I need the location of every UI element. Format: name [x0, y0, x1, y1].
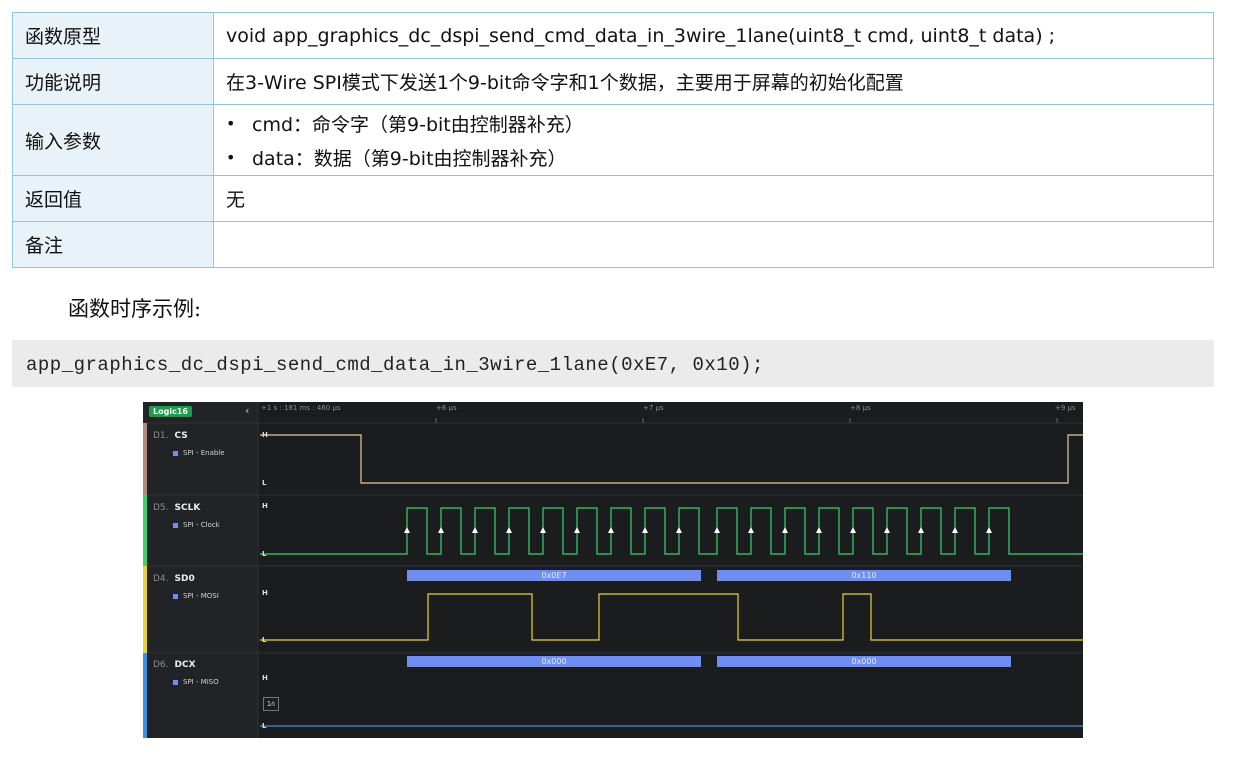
sclk-waveform — [260, 507, 1083, 555]
channel-cs-analyzer: SPI - Enable — [173, 449, 225, 457]
logic-analyzer-capture: Logic16 ‹ +1 s : 181 ms : 460 µs +6 µs +… — [143, 402, 1083, 738]
device-badge: Logic16 — [149, 406, 192, 417]
mosi-byte-label[interactable]: 0x0E7 — [407, 570, 701, 581]
channel-sclk-analyzer: SPI - Clock — [173, 521, 220, 529]
clock-edge-arrow-icon — [642, 527, 648, 533]
table-row: 函数原型 void app_graphics_dc_dspi_send_cmd_… — [12, 12, 1214, 59]
table-row: 输入参数 • cmd：命令字（第9-bit由控制器补充） • data：数据（第9-… — [12, 104, 1214, 176]
time-tick: +9 µs — [1055, 404, 1076, 412]
cs-waveform — [260, 434, 1083, 484]
sd0-waveform — [260, 593, 1083, 641]
row-value — [213, 221, 1214, 268]
time-tick: +8 µs — [850, 404, 871, 412]
level-low-label: L — [262, 550, 267, 558]
row-value: 无 — [213, 175, 1214, 222]
param-text: cmd：命令字（第9-bit由控制器补充） — [252, 113, 584, 136]
channel-cs-header[interactable]: D1. CS — [153, 431, 188, 441]
row-key: 函数原型 — [12, 12, 214, 59]
clock-edge-arrow-icon — [782, 527, 788, 533]
row-key: 返回值 — [12, 175, 214, 222]
api-description-table: 函数原型 void app_graphics_dc_dspi_send_cmd_… — [12, 12, 1214, 268]
row-value: void app_graphics_dc_dspi_send_cmd_data_… — [213, 12, 1214, 59]
bullet-icon: • — [226, 113, 236, 133]
table-row: 备注 — [12, 221, 1214, 268]
clock-edge-arrow-icon — [608, 527, 614, 533]
clock-edge-arrow-icon — [472, 527, 478, 533]
sclk-color-bar — [143, 495, 147, 566]
clock-edge-arrow-icon — [714, 527, 720, 533]
code-block: app_graphics_dc_dspi_send_cmd_data_in_3w… — [12, 340, 1214, 387]
param-item: • cmd：命令字（第9-bit由控制器补充） — [226, 106, 1201, 140]
table-row: 功能说明 在3-Wire SPI模式下发送1个9-bit命令字和1个数据，主要用… — [12, 58, 1214, 105]
channel-sclk-header[interactable]: D5. SCLK — [153, 503, 200, 513]
level-low-label: L — [262, 479, 267, 487]
row-key: 备注 — [12, 221, 214, 268]
param-item: • data：数据（第9-bit由控制器补充） — [226, 140, 1201, 174]
bullet-icon: • — [226, 147, 236, 167]
time-tick: +6 µs — [436, 404, 457, 412]
level-low-label: L — [262, 722, 267, 730]
param-text: data：数据（第9-bit由控制器补充） — [252, 147, 567, 170]
section-title: 函数时序示例: — [68, 297, 202, 321]
sd0-color-bar — [143, 566, 147, 653]
miso-byte-label[interactable]: 0x000 — [717, 656, 1011, 667]
row-key: 功能说明 — [12, 58, 214, 105]
clock-edge-arrow-icon — [506, 527, 512, 533]
row-value: • cmd：命令字（第9-bit由控制器补充） • data：数据（第9-bit由控… — [213, 104, 1214, 176]
row-key: 输入参数 — [12, 104, 214, 176]
dcx-color-bar — [143, 653, 147, 738]
clock-edge-arrow-icon — [884, 527, 890, 533]
cs-color-bar — [143, 423, 147, 495]
channel-sd0-header[interactable]: D4. SD0 — [153, 574, 195, 584]
clock-edge-arrow-icon — [540, 527, 546, 533]
channel-sd0-analyzer: SPI - MOSI — [173, 592, 219, 600]
row-value: 在3-Wire SPI模式下发送1个9-bit命令字和1个数据，主要用于屏幕的初… — [213, 58, 1214, 105]
measurement-icon[interactable]: 1⁄₀ — [263, 697, 279, 711]
table-row: 返回值 无 — [12, 175, 1214, 222]
chevron-left-icon[interactable]: ‹ — [245, 404, 249, 417]
channel-dcx-analyzer: SPI - MISO — [173, 678, 219, 686]
clock-edge-arrow-icon — [986, 527, 992, 533]
channel-dcx-header[interactable]: D6. DCX — [153, 660, 196, 670]
clock-edge-arrow-icon — [574, 527, 580, 533]
level-high-label: H — [262, 589, 268, 597]
level-high-label: H — [262, 674, 268, 682]
clock-edge-arrow-icon — [748, 527, 754, 533]
time-tick: +7 µs — [643, 404, 664, 412]
level-high-label: H — [262, 502, 268, 510]
clock-edge-arrow-icon — [438, 527, 444, 533]
clock-edge-markers — [404, 527, 992, 533]
code-text: app_graphics_dc_dspi_send_cmd_data_in_3w… — [26, 354, 764, 376]
clock-edge-arrow-icon — [404, 527, 410, 533]
miso-byte-label[interactable]: 0x000 — [407, 656, 701, 667]
level-low-label: L — [262, 636, 267, 644]
clock-edge-arrow-icon — [952, 527, 958, 533]
clock-edge-arrow-icon — [918, 527, 924, 533]
time-origin: +1 s : 181 ms : 460 µs — [261, 404, 341, 412]
clock-edge-arrow-icon — [850, 527, 856, 533]
clock-edge-arrow-icon — [676, 527, 682, 533]
mosi-byte-label[interactable]: 0x110 — [717, 570, 1011, 581]
clock-edge-arrow-icon — [816, 527, 822, 533]
level-high-label: H — [262, 431, 268, 439]
